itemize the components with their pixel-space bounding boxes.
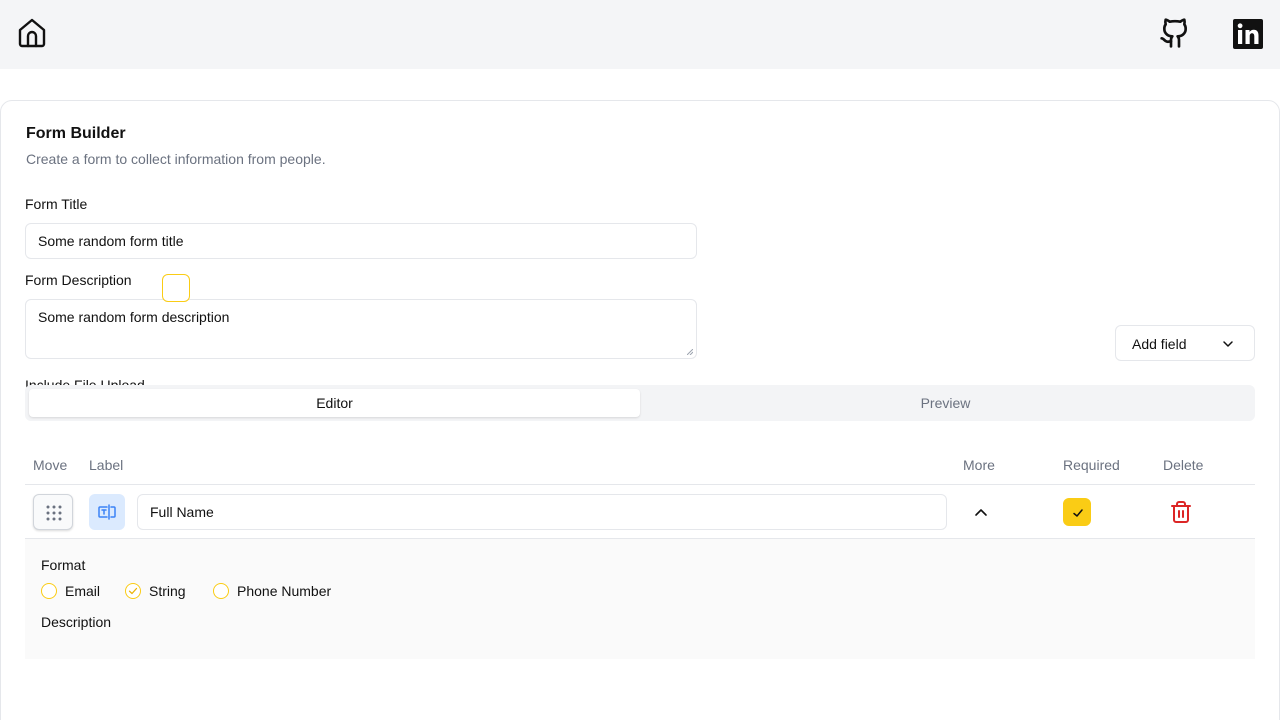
header-move: Move (33, 457, 68, 473)
form-description-label: Form Description (25, 272, 132, 288)
description-section-label: Description (41, 614, 112, 630)
chevron-up-icon[interactable] (971, 502, 991, 522)
format-option-email-label: Email (65, 583, 101, 599)
field-settings-panel (25, 539, 1255, 659)
field-label-input[interactable]: Full Name (137, 494, 947, 530)
card-description: Create a form to collect information fro… (26, 151, 326, 167)
card-title: Form Builder (26, 125, 126, 142)
field-type-badge (89, 494, 125, 530)
header-delete: Delete (1163, 457, 1204, 473)
grip-icon (46, 505, 62, 521)
tab-preview[interactable]: Preview (640, 389, 1251, 417)
home-icon[interactable] (16, 17, 48, 49)
github-icon[interactable] (1159, 17, 1191, 49)
text-input-icon (98, 504, 116, 520)
check-icon (128, 587, 138, 595)
form-description-value: Some random form description (38, 309, 230, 325)
top-nav (0, 0, 1280, 69)
form-title-input[interactable]: Some random form title (25, 223, 697, 259)
resize-grip-icon[interactable] (687, 349, 693, 355)
header-label: Label (89, 457, 124, 473)
trash-icon[interactable] (1169, 500, 1193, 524)
include-file-upload-checkbox[interactable] (162, 274, 190, 302)
header-required: Required (1063, 457, 1120, 473)
format-radio-phone[interactable] (213, 583, 229, 599)
chevron-down-icon (1223, 341, 1233, 347)
required-checkbox[interactable] (1063, 498, 1091, 526)
form-description-textarea[interactable]: Some random form description (25, 299, 697, 359)
table-header-divider (25, 484, 1255, 485)
format-radio-email[interactable] (41, 583, 57, 599)
add-field-label: Add field (1132, 336, 1187, 352)
format-option-phone-label: Phone Number (237, 583, 332, 599)
format-option-string-label: String (149, 583, 186, 599)
tab-editor[interactable]: Editor (29, 389, 640, 417)
editor-preview-tabs: Editor Preview (25, 385, 1255, 421)
header-more: More (963, 457, 995, 473)
check-icon (1073, 509, 1083, 517)
linkedin-icon[interactable] (1233, 19, 1263, 49)
drag-handle[interactable] (33, 494, 73, 530)
add-field-dropdown[interactable]: Add field (1115, 325, 1255, 361)
form-title-label: Form Title (25, 196, 88, 212)
format-label: Format (41, 557, 86, 573)
format-radio-string[interactable] (125, 583, 141, 599)
